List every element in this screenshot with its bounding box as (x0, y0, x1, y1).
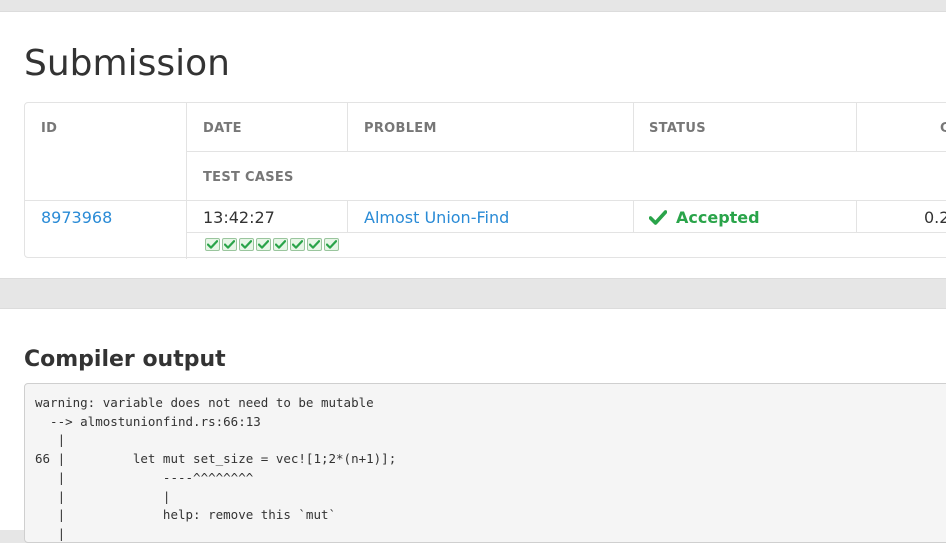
test-case-results (205, 238, 339, 251)
compiler-output-line: | (35, 432, 66, 448)
compiler-output-line: | | (35, 488, 171, 504)
problem-link[interactable]: Almost Union-Find (364, 208, 509, 227)
check-icon (649, 210, 667, 225)
page-title: Submission (24, 43, 230, 84)
test-case-passed-icon[interactable] (290, 238, 305, 251)
divider (856, 200, 857, 233)
status-badge: Accepted (676, 208, 760, 227)
cpu-time: 0.2 (924, 208, 946, 227)
divider (186, 232, 946, 233)
divider (633, 200, 634, 233)
compiler-output-line: | (35, 525, 66, 541)
test-case-passed-icon[interactable] (273, 238, 288, 251)
divider (347, 200, 348, 233)
submission-card: Submission ID DATE PROBLEM STATUS C TEST… (0, 11, 946, 279)
compiler-output-card: Compiler output warning: variable does n… (0, 308, 946, 543)
test-case-passed-icon[interactable] (256, 238, 271, 251)
test-case-passed-icon[interactable] (324, 238, 339, 251)
divider (25, 200, 946, 201)
divider (186, 151, 946, 152)
col-header-date: DATE (203, 121, 242, 136)
test-case-passed-icon[interactable] (307, 238, 322, 251)
compiler-output-line: --> almostunionfind.rs:66:13 (35, 413, 261, 429)
compiler-output-line: | help: remove this `mut` (35, 507, 337, 523)
col-header-cpu: C (940, 121, 946, 136)
divider (186, 103, 187, 259)
compiler-output-line: warning: variable does not need to be mu… (35, 395, 374, 410)
compiler-output-line: | ----^^^^^^^^ (35, 469, 254, 485)
compiler-output-line: 66 | let mut set_size = vec![1;2*(n+1)]; (35, 451, 397, 467)
compiler-output-title: Compiler output (24, 347, 226, 372)
divider (347, 103, 348, 152)
compiler-output-block: warning: variable does not need to be mu… (24, 383, 946, 543)
divider (856, 103, 857, 152)
status-cell: Accepted (649, 208, 760, 227)
divider (633, 103, 634, 152)
submission-table: ID DATE PROBLEM STATUS C TEST CASES 8973… (24, 102, 946, 259)
col-header-status: STATUS (649, 121, 706, 136)
col-header-test-cases: TEST CASES (203, 170, 294, 185)
submission-time: 13:42:27 (203, 208, 275, 227)
test-case-passed-icon[interactable] (239, 238, 254, 251)
test-case-passed-icon[interactable] (222, 238, 237, 251)
submission-id-link[interactable]: 8973968 (41, 208, 112, 227)
test-case-passed-icon[interactable] (205, 238, 220, 251)
col-header-problem: PROBLEM (364, 121, 437, 136)
col-header-id: ID (41, 121, 58, 136)
